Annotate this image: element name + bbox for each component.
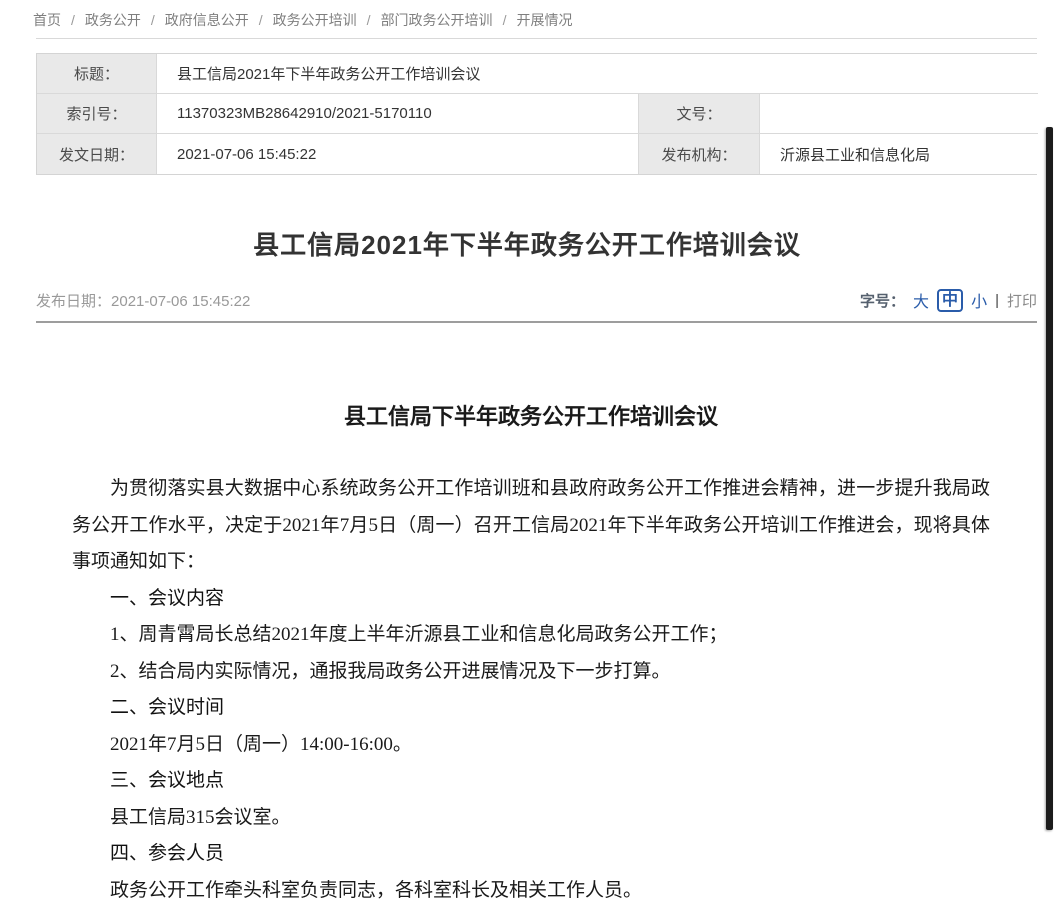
breadcrumb-divider <box>36 38 1037 39</box>
meta-agency-value: 沂源县工业和信息化局 <box>760 134 1038 174</box>
page-title: 县工信局2021年下半年政务公开工作培训会议 <box>36 225 1018 262</box>
meta-index-label: 索引号： <box>37 94 157 134</box>
breadcrumb-separator: / <box>367 12 371 28</box>
article-paragraph: 县工信局315会议室。 <box>72 800 990 837</box>
document-meta-table: 标题： 县工信局2021年下半年政务公开工作培训会议 索引号： 11370323… <box>36 53 1037 175</box>
breadcrumb-separator: / <box>71 12 75 28</box>
breadcrumb-separator: / <box>503 12 507 28</box>
breadcrumb-item-dept-training[interactable]: 部门政务公开培训 <box>381 10 493 30</box>
article-paragraph: 1、周青霄局长总结2021年度上半年沂源县工业和信息化局政务公开工作； <box>72 617 990 654</box>
article-paragraph: 政务公开工作牵头科室负责同志，各科室科长及相关工作人员。 <box>72 873 990 909</box>
article-section-heading: 一、会议内容 <box>72 581 990 618</box>
meta-date-value: 2021-07-06 15:45:22 <box>157 134 639 174</box>
article-heading: 县工信局下半年政务公开工作培训会议 <box>72 399 990 431</box>
article-body: 为贯彻落实县大数据中心系统政务公开工作培训班和县政府政务公开工作推进会精神，进一… <box>72 471 990 909</box>
breadcrumb: 首页 / 政务公开 / 政府信息公开 / 政务公开培训 / 部门政务公开培训 /… <box>0 0 1054 30</box>
publish-date: 发布日期：2021-07-06 15:45:22 <box>36 290 250 311</box>
breadcrumb-separator: / <box>259 12 263 28</box>
breadcrumb-item-zhengwugongkai[interactable]: 政务公开 <box>85 10 141 30</box>
meta-docno-label: 文号： <box>639 94 760 134</box>
meta-docno-value <box>760 94 1038 134</box>
breadcrumb-item-progress[interactable]: 开展情况 <box>516 10 572 30</box>
content-divider <box>36 321 1037 323</box>
publish-date-label: 发布日期： <box>36 293 111 310</box>
article-paragraph: 为贯彻落实县大数据中心系统政务公开工作培训班和县政府政务公开工作推进会精神，进一… <box>72 471 990 581</box>
meta-date-label: 发文日期： <box>37 134 157 174</box>
font-size-label: 字号： <box>860 290 905 311</box>
scrollbar-track[interactable] <box>1045 0 1054 907</box>
font-size-small-button[interactable]: 小 <box>971 288 987 312</box>
meta-agency-label: 发布机构： <box>639 134 760 174</box>
document-meta-bar: 发布日期：2021-07-06 15:45:22 字号： 大 中 小 | 打印 <box>36 288 1037 312</box>
article-section-heading: 三、会议地点 <box>72 763 990 800</box>
meta-title-value: 县工信局2021年下半年政务公开工作培训会议 <box>157 54 1038 94</box>
print-button[interactable]: 打印 <box>1007 290 1037 311</box>
font-size-medium-button[interactable]: 中 <box>937 289 963 312</box>
article-paragraph: 2021年7月5日（周一）14:00-16:00。 <box>72 727 990 764</box>
tools-separator: | <box>995 292 999 309</box>
scrollbar-thumb[interactable] <box>1046 127 1053 830</box>
meta-title-label: 标题： <box>37 54 157 94</box>
breadcrumb-item-government-info[interactable]: 政府信息公开 <box>165 10 249 30</box>
article-paragraph: 2、结合局内实际情况，通报我局政务公开进展情况及下一步打算。 <box>72 654 990 691</box>
article-section-heading: 二、会议时间 <box>72 690 990 727</box>
font-size-tools: 字号： 大 中 小 | 打印 <box>860 288 1037 312</box>
breadcrumb-item-training[interactable]: 政务公开培训 <box>273 10 357 30</box>
font-size-large-button[interactable]: 大 <box>913 288 929 312</box>
meta-index-value: 11370323MB28642910/2021-5170110 <box>157 94 639 134</box>
article-section-heading: 四、参会人员 <box>72 836 990 873</box>
breadcrumb-separator: / <box>151 12 155 28</box>
breadcrumb-item-home[interactable]: 首页 <box>33 10 61 30</box>
publish-date-value: 2021-07-06 15:45:22 <box>111 293 250 310</box>
article-content: 县工信局下半年政务公开工作培训会议 为贯彻落实县大数据中心系统政务公开工作培训班… <box>0 399 1054 909</box>
